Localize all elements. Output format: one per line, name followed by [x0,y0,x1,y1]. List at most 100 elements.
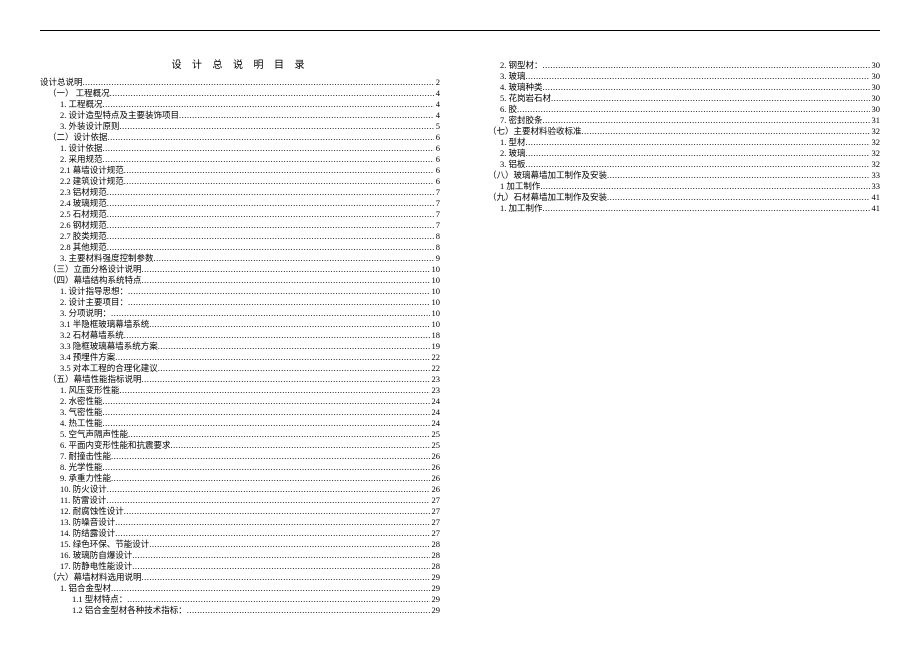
toc-label: 1. 风压变形性能 [60,385,120,396]
toc-row: 4. 热工性能24 [40,418,440,429]
toc-label: 2.6 钢材规范 [60,220,107,231]
toc-page-number: 22 [430,352,441,363]
toc-leader-dots [124,506,430,517]
toc-row: 1. 风压变形性能 23 [40,385,440,396]
toc-label: 3. 气密性能 [60,407,103,418]
toc-leader-dots [551,93,869,104]
toc-label: 1.1 型材特点： [72,594,127,605]
toc-leader-dots [107,231,434,242]
toc-label: 3. 玻璃 [500,71,526,82]
toc-page-number: 30 [870,60,881,71]
toc-row: 5. 空气声隔声性能25 [40,429,440,440]
toc-label: （三）立面分格设计说明 [48,264,142,275]
toc-row: 3. 外装设计原则5 [40,121,440,132]
toc-leader-dots [103,418,430,429]
toc-row: 3. 铝板32 [480,159,880,170]
toc-page-number: 8 [434,242,440,253]
toc-row: 2.8 其他规范 8 [40,242,440,253]
toc-label: 3.5 对本工程的合理化建议 [60,363,158,374]
toc-leader-dots [142,264,430,275]
toc-row: 1. 加工制作41 [480,203,880,214]
toc-page-number: 25 [430,429,441,440]
toc-row: （三）立面分格设计说明10 [40,264,440,275]
toc-row: （五）幕墙性能指标说明23 [40,374,440,385]
toc-page-number: 7 [434,220,440,231]
toc-label: 11. 防雷设计 [60,495,106,506]
toc-row: 15. 绿色环保、节能设计28 [40,539,440,550]
toc-page-number: 23 [430,385,441,396]
toc-page-number: 30 [870,104,881,115]
toc-label: （四）幕墙结构系统特点 [48,275,142,286]
toc-row: 1. 型材32 [480,137,880,148]
toc-page-number: 32 [870,148,881,159]
toc-label: （六）幕墙材料选用说明 [48,572,142,583]
toc-label: 15. 绿色环保、节能设计 [60,539,149,550]
toc-label: 3.3 隐框玻璃幕墙系统方案 [60,341,158,352]
toc-row: 3. 分项说明：10 [40,308,440,319]
toc-row: （六）幕墙材料选用说明 29 [40,572,440,583]
toc-row: 9. 承重力性能26 [40,473,440,484]
toc-row: 1. 铝合金型材29 [40,583,440,594]
toc-label: 5. 花岗岩石材 [500,93,551,104]
toc-page-number: 31 [870,115,881,126]
toc-row: 14. 防结露设计27 [40,528,440,539]
page-title: 设 计 总 说 明 目 录 [40,60,440,71]
toc-row: 5. 花岗岩石材30 [480,93,880,104]
toc-label: 设计总说明 [40,77,83,88]
top-rule [40,30,880,31]
toc-leader-dots [111,473,429,484]
toc-label: 14. 防结露设计 [60,528,115,539]
toc-row: 2. 水密性能24 [40,396,440,407]
toc-label: 3.4 预埋件方案 [60,352,115,363]
toc-leader-dots [543,60,870,71]
toc-page-number: 5 [434,121,440,132]
toc-row: 17. 防静电性能设计28 [40,561,440,572]
toc-leader-dots [120,385,430,396]
toc-page-number: 6 [434,165,440,176]
toc-page-number: 33 [870,170,881,181]
toc-page-number: 27 [430,495,441,506]
toc-leader-dots [526,159,870,170]
toc-leader-dots [142,572,430,583]
toc-page-number: 32 [870,126,881,137]
toc-leader-dots [107,484,430,495]
toc-label: 3.1 半隐框玻璃幕墙系统 [60,319,149,330]
toc-label: 2. 采用规范 [60,154,103,165]
toc-page-number: 8 [434,231,440,242]
toc-leader-dots [103,143,434,154]
toc-page-number: 24 [430,418,441,429]
toc-row: 3.2 石材幕墙系统18 [40,330,440,341]
toc-label: 12. 耐腐蚀性设计 [60,506,124,517]
toc-label: （一） 工程概况 [48,88,110,99]
toc-row: 2.7 胶类规范 8 [40,231,440,242]
toc-leader-dots [158,341,430,352]
toc-page-number: 19 [430,341,441,352]
toc-label: 2.7 胶类规范 [60,231,107,242]
toc-row: 1. 工程概况4 [40,99,440,110]
toc-page-number: 29 [430,572,441,583]
toc-leader-dots [142,275,430,286]
toc-row: 8. 光学性能26 [40,462,440,473]
toc-row: 10. 防火设计26 [40,484,440,495]
toc-leader-dots [128,429,429,440]
toc-row: 2.4 玻璃规范7 [40,198,440,209]
toc-leader-dots [171,440,430,451]
toc-label: 1. 型材 [500,137,526,148]
toc-page-number: 27 [430,506,441,517]
toc-leader-dots [107,242,434,253]
toc-page-number: 28 [430,561,441,572]
toc-page-number: 22 [430,363,441,374]
toc-leader-dots [124,176,434,187]
toc-label: 2.3 铝材规范 [60,187,107,198]
toc-row: 3.5 对本工程的合理化建议 22 [40,363,440,374]
toc-page-number: 26 [430,451,441,462]
toc-row: 1.1 型材特点：29 [40,594,440,605]
toc-label: 16. 玻璃防自爆设计 [60,550,132,561]
toc-row: 16. 玻璃防自爆设计28 [40,550,440,561]
toc-leader-dots [526,137,870,148]
toc-label: 2.8 其他规范 [60,242,107,253]
toc-page-number: 10 [430,297,441,308]
toc-row: 6. 平面内变形性能和抗震要求25 [40,440,440,451]
toc-label: 6. 胶 [500,104,517,115]
toc-row: （八）玻璃幕墙加工制作及安装33 [480,170,880,181]
